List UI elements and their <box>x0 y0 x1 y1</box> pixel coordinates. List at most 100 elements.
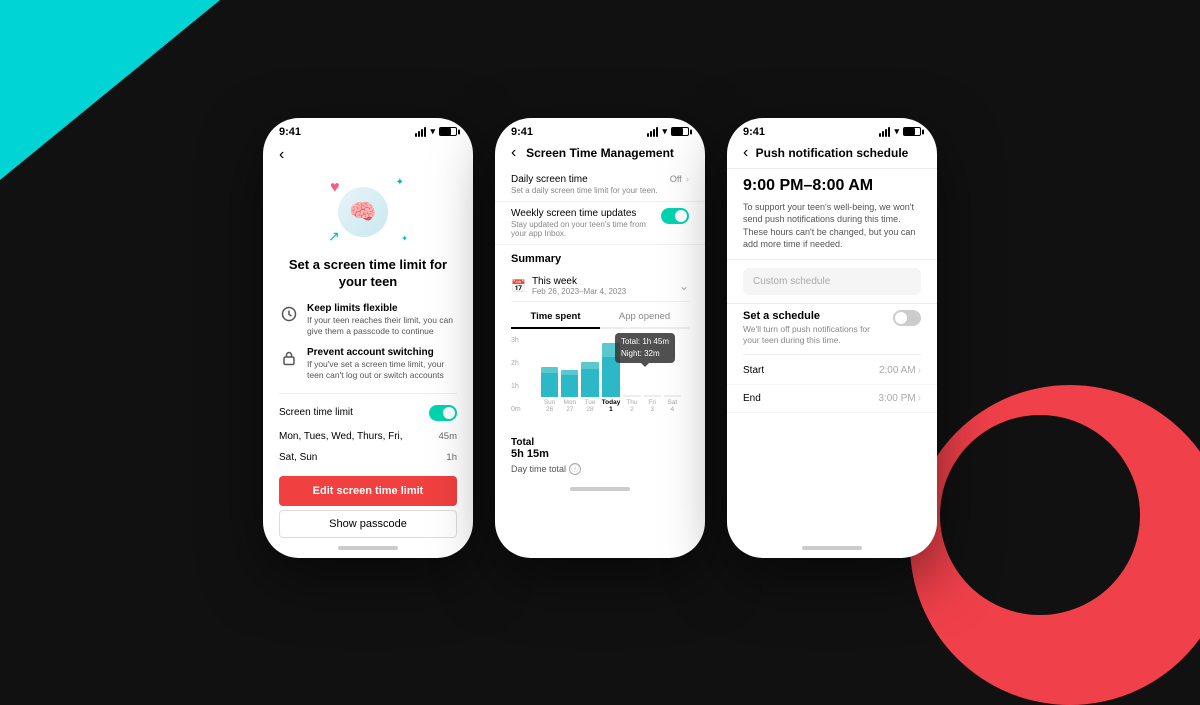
feature-flexible: Keep limits flexible If your teen reache… <box>263 299 473 341</box>
start-chevron-icon: › <box>918 365 921 376</box>
tooltip-night: Night: 32m <box>621 348 669 360</box>
tab-app-opened[interactable]: App opened <box>600 306 689 329</box>
end-time-row[interactable]: End 3:00 PM › <box>727 385 937 413</box>
chart-area: 3h 2h 1h 0m Sun26 <box>511 333 689 433</box>
start-value: 2:00 AM › <box>879 365 921 376</box>
home-indicator-2 <box>495 479 705 499</box>
weekday-value: 45m <box>439 431 457 442</box>
battery-icon-1 <box>439 127 457 136</box>
time-range: 9:00 PM–8:00 AM <box>743 177 921 195</box>
end-chevron-icon: › <box>918 393 921 404</box>
status-icons-1: ▾ <box>415 126 457 137</box>
home-bar-3 <box>802 546 862 550</box>
daily-row-right: Off › <box>670 174 689 185</box>
daily-screen-time-row[interactable]: Daily screen time Set a daily screen tim… <box>495 168 705 202</box>
bar-tue: Tue28 <box>581 362 598 413</box>
phone-screen-time-mgmt: 9:41 ▾ ‹ Screen Time Management Daily sc… <box>495 118 705 558</box>
feature-flexible-desc: If your teen reaches their limit, you ca… <box>307 315 457 337</box>
status-bar-3: 9:41 ▾ <box>727 118 937 142</box>
time-range-section: 9:00 PM–8:00 AM To support your teen's w… <box>727 169 937 259</box>
start-value-text: 2:00 AM <box>879 365 916 376</box>
back-button-3[interactable]: ‹ <box>743 144 748 162</box>
show-passcode-button[interactable]: Show passcode <box>279 510 457 538</box>
phone3-header: ‹ Push notification schedule <box>727 142 937 168</box>
divider-1 <box>279 393 457 394</box>
phone1-title: Set a screen time limit for your teen <box>263 257 473 299</box>
bar-day-thu <box>623 395 640 397</box>
status-icons-2: ▾ <box>647 126 689 137</box>
screen-time-toggle[interactable] <box>429 405 457 421</box>
set-schedule-desc: We'll turn off push notifications for yo… <box>743 324 885 346</box>
bar-label-tue: Tue28 <box>585 399 596 413</box>
time-range-desc: To support your teen's well-being, we wo… <box>743 201 921 251</box>
phone-screen-time-setup: 9:41 ▾ ‹ ♥ 🧠 ✦ ✦ ↗ Set a screen <box>263 118 473 558</box>
bar-day-today <box>602 357 621 397</box>
feature-flexible-text: Keep limits flexible If your teen reache… <box>307 303 457 337</box>
bar-day-tue <box>581 369 598 397</box>
bar-stack-sun <box>541 367 558 397</box>
y-label-1h: 1h <box>511 383 521 390</box>
daytime-text: Day time total <box>511 464 566 474</box>
home-bar-2 <box>570 487 630 491</box>
edit-screen-time-button[interactable]: Edit screen time limit <box>279 476 457 506</box>
tab-time-spent[interactable]: Time spent <box>511 306 600 329</box>
start-time-row[interactable]: Start 2:00 AM › <box>727 357 937 385</box>
set-schedule-left: Set a schedule We'll turn off push notif… <box>743 310 885 346</box>
bar-sun: Sun26 <box>541 367 558 413</box>
back-button-2[interactable]: ‹ <box>511 144 516 162</box>
weekly-row-left: Weekly screen time updates Stay updated … <box>511 208 653 238</box>
bar-label-sun: Sun26 <box>544 399 556 413</box>
signal-icon-1 <box>415 127 426 137</box>
bar-stack-fri <box>644 395 661 397</box>
bar-mon: Mon27 <box>561 370 578 413</box>
set-schedule-toggle[interactable] <box>893 310 921 326</box>
bar-day-fri <box>644 395 661 397</box>
bar-stack-thu <box>623 395 640 397</box>
chart-tabs: Time spent App opened <box>511 306 689 329</box>
bar-fri: Fri3 <box>644 395 661 413</box>
chart-y-labels: 3h 2h 1h 0m <box>511 337 521 413</box>
daytime-label: Day time total ⓘ <box>511 463 689 475</box>
bar-sat: Sat4 <box>664 395 681 413</box>
feature-switching: Prevent account switching If you've set … <box>263 343 473 385</box>
bg-cyan-triangle <box>0 0 220 180</box>
home-indicator-3 <box>727 538 937 558</box>
battery-icon-3 <box>903 127 921 136</box>
bar-stack-sat <box>664 395 681 397</box>
weekly-toggle[interactable] <box>661 208 689 224</box>
status-time-1: 9:41 <box>279 126 301 138</box>
arrow-icon: ↗ <box>328 228 340 245</box>
y-label-0m: 0m <box>511 406 521 413</box>
info-icon: ⓘ <box>569 463 581 475</box>
end-label: End <box>743 393 761 404</box>
weekday-schedule-row: Mon, Tues, Wed, Thurs, Fri, 45m <box>263 426 473 447</box>
set-schedule-row: Set a schedule We'll turn off push notif… <box>727 304 937 352</box>
calendar-icon: 📅 <box>511 279 526 293</box>
bar-stack-tue <box>581 362 598 397</box>
brain-icon: 🧠 <box>338 187 388 237</box>
hero-area: ♥ 🧠 ✦ ✦ ↗ <box>263 168 473 257</box>
status-time-3: 9:41 <box>743 126 765 138</box>
total-value: 5h 15m <box>511 448 689 460</box>
back-button-1[interactable]: ‹ <box>279 146 284 163</box>
y-label-2h: 2h <box>511 360 521 367</box>
custom-schedule-input[interactable]: Custom schedule <box>743 268 921 295</box>
bg-pink-cutout <box>940 415 1140 615</box>
bar-label-today: Today1 <box>602 399 621 413</box>
week-info: This week Feb 26, 2023–Mar 4, 2023 <box>532 276 626 296</box>
weekly-updates-row: Weekly screen time updates Stay updated … <box>495 202 705 245</box>
weekend-value: 1h <box>446 452 457 463</box>
week-row[interactable]: 📅 This week Feb 26, 2023–Mar 4, 2023 ⌄ <box>511 271 689 302</box>
phone3-title: Push notification schedule <box>756 146 909 160</box>
bar-day-sat <box>664 395 681 397</box>
bar-label-thu: Thu2 <box>626 399 637 413</box>
bar-thu: Thu2 <box>623 395 640 413</box>
phone1-nav: ‹ <box>263 142 473 164</box>
bar-night-tue <box>581 362 598 369</box>
screen-time-label: Screen time limit <box>279 407 353 418</box>
summary-section: Summary 📅 This week Feb 26, 2023–Mar 4, … <box>495 245 705 433</box>
screen-time-toggle-row: Screen time limit <box>263 400 473 426</box>
sparkle-icon-2: ✦ <box>401 234 408 243</box>
phone2-header: ‹ Screen Time Management <box>495 142 705 168</box>
summary-title: Summary <box>511 253 689 265</box>
